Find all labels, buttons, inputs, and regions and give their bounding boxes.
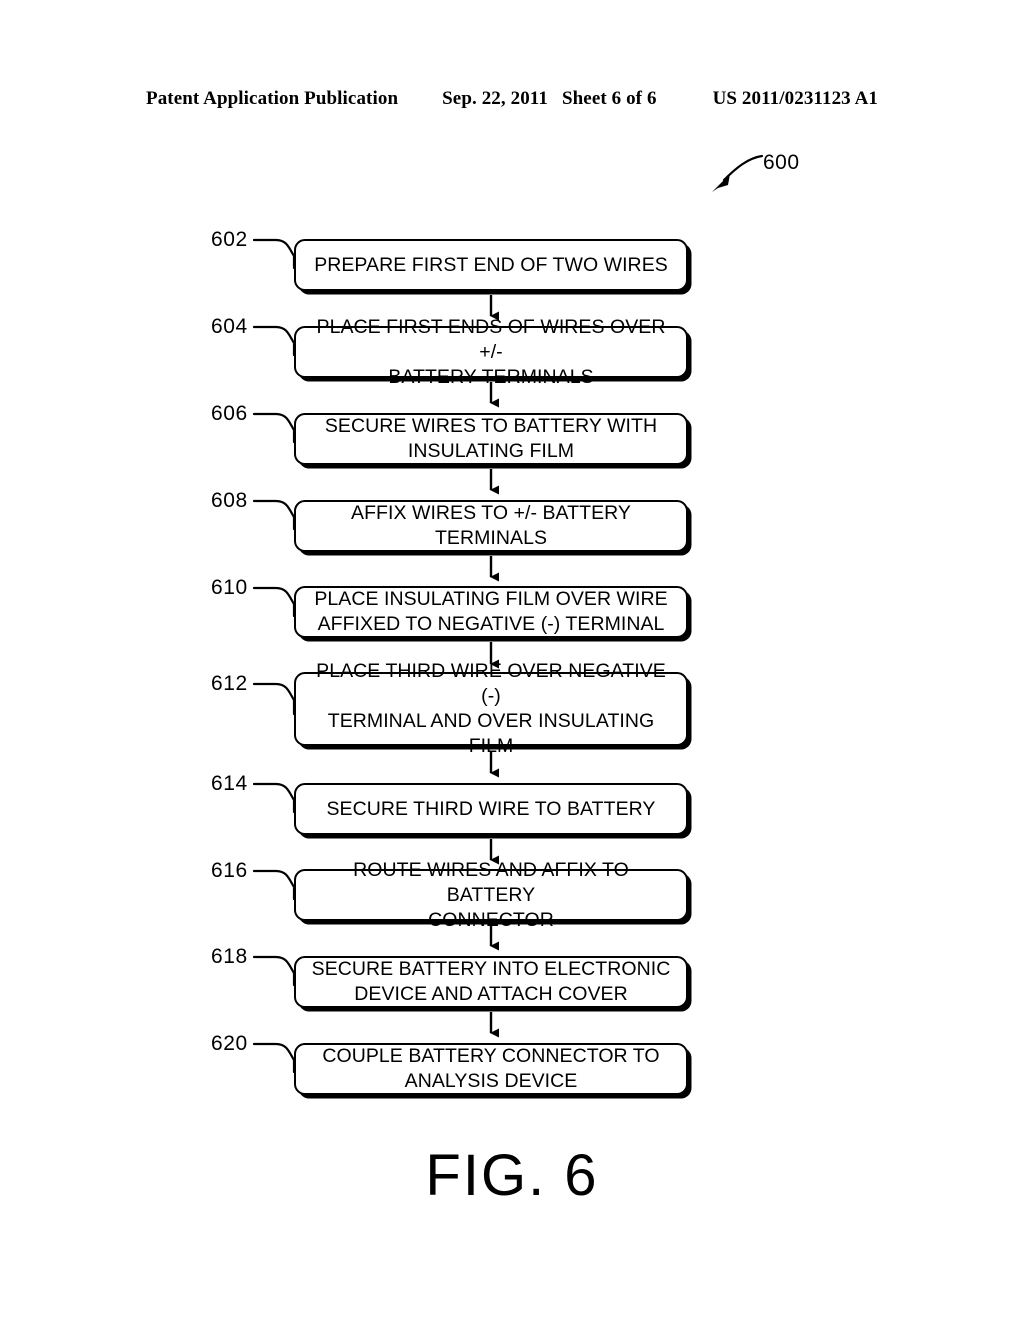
flow-node-616-label: ROUTE WIRES AND AFFIX TO BATTERY CONNECT… [353, 858, 629, 931]
flow-node-608[interactable]: AFFIX WIRES TO +/- BATTERY TERMINALS [294, 500, 688, 552]
flow-node-618[interactable]: SECURE BATTERY INTO ELECTRONIC DEVICE AN… [294, 956, 688, 1008]
step-number-614: 614 [211, 772, 248, 795]
flow-node-606[interactable]: SECURE WIRES TO BATTERY WITH INSULATING … [294, 413, 688, 465]
flow-node-620-label: COUPLE BATTERY CONNECTOR TO ANALYSIS DEV… [322, 1045, 660, 1092]
flow-node-612-label: PLACE THIRD WIRE OVER NEGATIVE (-) TERMI… [316, 660, 666, 757]
flow-node-604-label: PLACE FIRST ENDS OF WIRES OVER +/- BATTE… [316, 315, 666, 388]
step-number-610: 610 [211, 576, 248, 599]
flow-node-614[interactable]: SECURE THIRD WIRE TO BATTERY [294, 783, 688, 835]
flow-node-604[interactable]: PLACE FIRST ENDS OF WIRES OVER +/- BATTE… [294, 316, 688, 388]
step-number-606: 606 [211, 402, 248, 425]
step-number-620: 620 [211, 1032, 248, 1055]
flow-node-606-label: SECURE WIRES TO BATTERY WITH INSULATING … [324, 415, 658, 462]
flow-node-602-label: PREPARE FIRST END OF TWO WIRES [314, 253, 668, 276]
step-number-608: 608 [211, 489, 248, 512]
flow-node-616[interactable]: ROUTE WIRES AND AFFIX TO BATTERY CONNECT… [294, 859, 688, 931]
step-number-616: 616 [211, 859, 248, 882]
flow-node-610[interactable]: PLACE INSULATING FILM OVER WIRE AFFIXED … [294, 586, 688, 638]
flow-node-620[interactable]: COUPLE BATTERY CONNECTOR TO ANALYSIS DEV… [294, 1043, 688, 1095]
flow-node-610-label: PLACE INSULATING FILM OVER WIRE AFFIXED … [314, 588, 668, 635]
step-number-604: 604 [211, 315, 248, 338]
flow-node-602[interactable]: PREPARE FIRST END OF TWO WIRES [294, 239, 688, 291]
flow-node-612[interactable]: PLACE THIRD WIRE OVER NEGATIVE (-) TERMI… [294, 660, 688, 757]
figure-caption: FIG. 6 [425, 1143, 599, 1208]
flowchart: 602 PREPARE FIRST END OF TWO WIRES 604 P… [0, 0, 1024, 1320]
step-number-618: 618 [211, 945, 248, 968]
flow-node-614-label: SECURE THIRD WIRE TO BATTERY [326, 797, 656, 820]
step-number-612: 612 [211, 672, 248, 695]
step-number-602: 602 [211, 228, 248, 251]
flow-node-608-label: AFFIX WIRES TO +/- BATTERY TERMINALS [351, 502, 631, 549]
flow-node-618-label: SECURE BATTERY INTO ELECTRONIC DEVICE AN… [311, 958, 671, 1005]
